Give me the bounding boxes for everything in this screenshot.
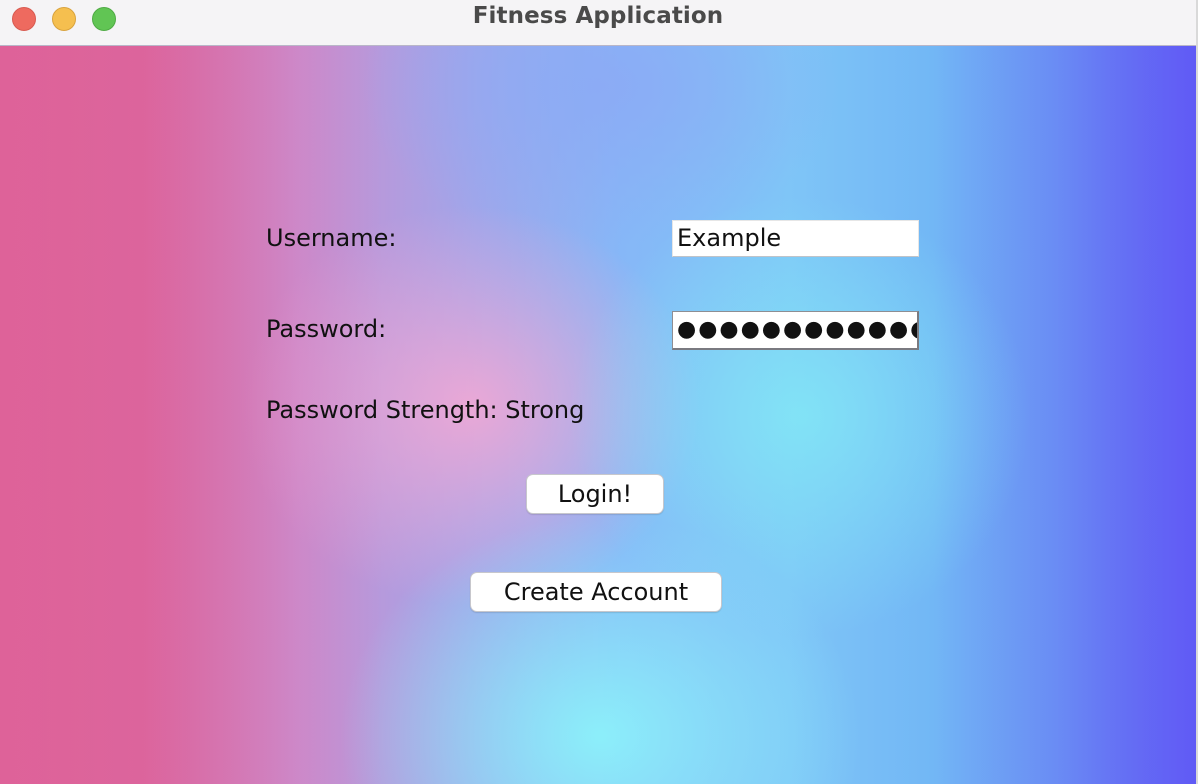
app-window: Fitness Application Username: Example Pa… <box>0 0 1198 784</box>
login-panel: Username: Example Password: ●●●●●●●●●●●●… <box>0 46 1196 784</box>
create-account-button[interactable]: Create Account <box>470 572 722 612</box>
password-label: Password: <box>266 315 387 343</box>
password-input[interactable]: ●●●●●●●●●●●● <box>672 311 919 350</box>
password-strength-text: Password Strength: Strong <box>266 396 585 424</box>
username-label: Username: <box>266 224 397 252</box>
login-form: Username: Example Password: ●●●●●●●●●●●●… <box>0 46 1196 784</box>
title-bar[interactable]: Fitness Application <box>0 0 1196 46</box>
username-input[interactable]: Example <box>672 220 919 257</box>
login-button[interactable]: Login! <box>526 474 664 514</box>
window-title: Fitness Application <box>472 3 724 29</box>
